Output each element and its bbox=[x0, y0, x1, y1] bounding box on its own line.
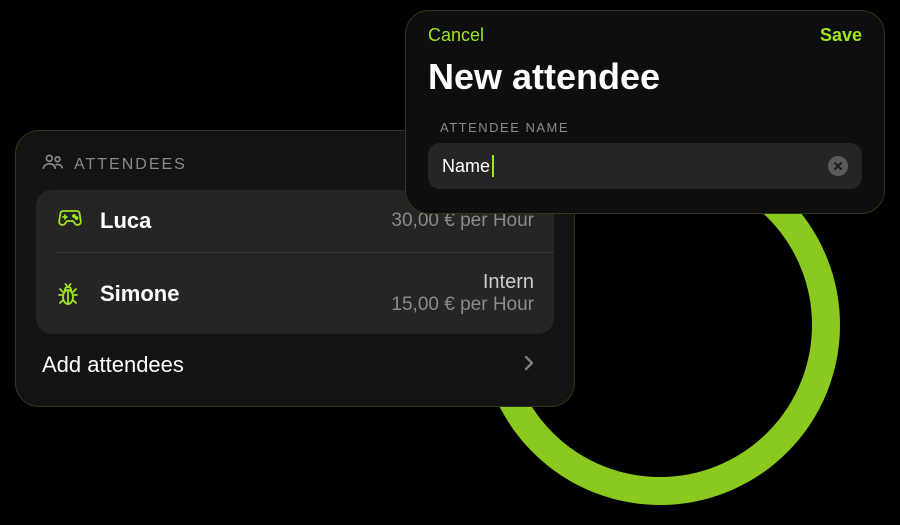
bug-icon bbox=[56, 281, 82, 307]
cancel-button[interactable]: Cancel bbox=[428, 25, 484, 46]
attendees-header-label: ATTENDEES bbox=[74, 156, 187, 174]
attendee-info: Intern 15,00 € per Hour bbox=[391, 271, 534, 316]
chevron-right-icon bbox=[524, 355, 534, 376]
modal-title: New attendee bbox=[428, 56, 862, 98]
gamepad-icon bbox=[56, 208, 82, 234]
attendee-name: Luca bbox=[100, 208, 151, 234]
attendee-name: Simone bbox=[100, 281, 179, 307]
add-attendees-button[interactable]: Add attendees bbox=[36, 334, 554, 388]
attendee-role: Intern bbox=[391, 271, 534, 294]
people-icon bbox=[42, 153, 64, 176]
input-value: Name bbox=[442, 156, 490, 177]
attendee-row[interactable]: Simone Intern 15,00 € per Hour bbox=[36, 253, 554, 334]
save-button[interactable]: Save bbox=[820, 25, 862, 46]
field-label: ATTENDEE NAME bbox=[440, 120, 862, 135]
attendee-name-input[interactable]: Name bbox=[428, 143, 862, 189]
modal-action-bar: Cancel Save bbox=[428, 25, 862, 46]
new-attendee-modal: Cancel Save New attendee ATTENDEE NAME N… bbox=[405, 10, 885, 214]
clear-input-button[interactable] bbox=[828, 156, 848, 176]
attendee-rate: 15,00 € per Hour bbox=[391, 294, 534, 316]
add-attendees-label: Add attendees bbox=[42, 352, 184, 378]
text-caret bbox=[492, 155, 494, 177]
